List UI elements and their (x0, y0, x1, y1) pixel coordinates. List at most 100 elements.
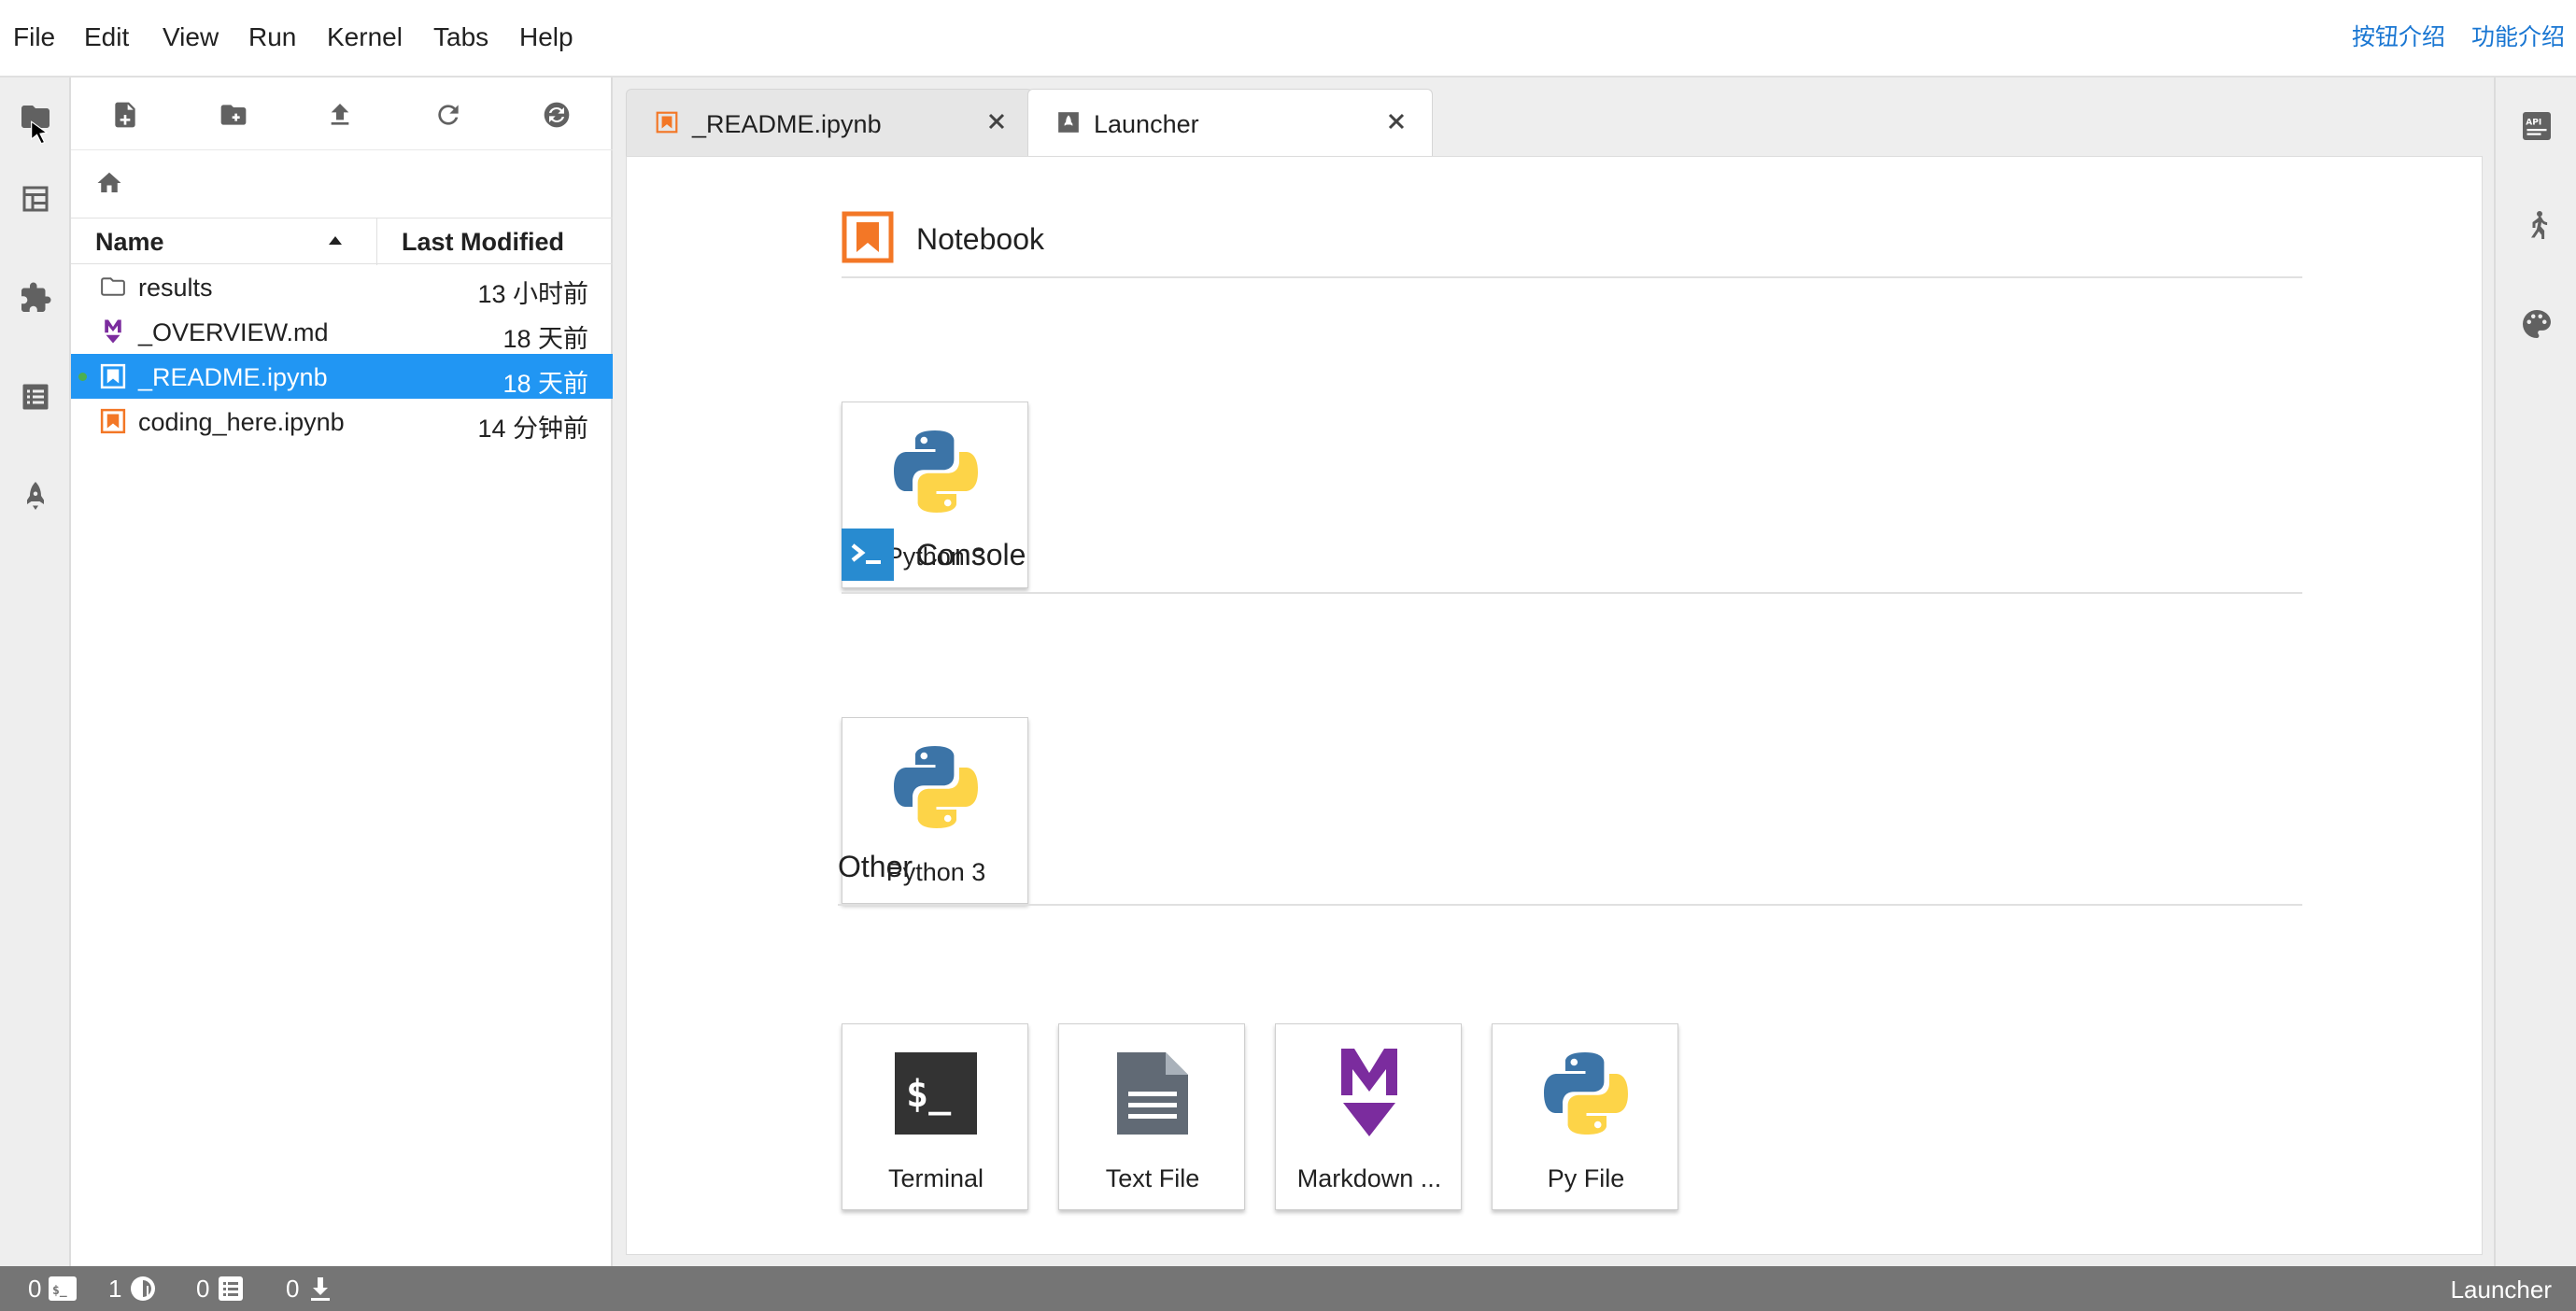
column-last-modified[interactable]: Last Modified (402, 228, 564, 257)
runner-icon[interactable] (2516, 204, 2557, 246)
markdown-icon (105, 319, 121, 344)
home-icon[interactable] (95, 169, 125, 199)
menu-tabs[interactable]: Tabs (433, 22, 488, 52)
launcher-card-py-file[interactable]: Py File (1492, 1023, 1678, 1210)
close-icon[interactable] (1381, 106, 1411, 136)
file-modified: 18 天前 (502, 370, 588, 398)
file-row-results[interactable]: results 13 小时前 (71, 264, 613, 309)
download-count[interactable]: 0 (286, 1274, 334, 1304)
section-title-other: Other (838, 850, 913, 883)
file-name: _README.ipynb (138, 363, 328, 391)
section-divider (842, 276, 2302, 278)
file-browser-panel: Name Last Modified results 13 小时前 _OVERV… (71, 78, 613, 1266)
text-file-icon (1117, 1052, 1188, 1135)
terminal-count-value: 0 (28, 1274, 42, 1303)
python-icon (1544, 1052, 1628, 1135)
file-modified: 18 天前 (502, 325, 588, 353)
file-name: coding_here.ipynb (138, 408, 345, 436)
menu-help[interactable]: Help (519, 22, 573, 52)
notebook-icon (100, 408, 126, 434)
notebook-icon (656, 111, 678, 134)
column-divider[interactable] (376, 218, 377, 265)
download-icon (311, 1277, 331, 1301)
section-title-notebook: Notebook (916, 222, 1044, 256)
download-count-value: 0 (286, 1274, 300, 1303)
tab-label: _README.ipynb (692, 110, 882, 138)
launcher-panel: Notebook Python 3 Console Python 3 Other… (626, 156, 2483, 1255)
notebook-icon (100, 363, 126, 389)
new-launcher-icon[interactable] (106, 96, 144, 134)
file-row-readme-ipynb[interactable]: _README.ipynb 18 天前 (71, 354, 613, 399)
file-modified: 13 小时前 (477, 280, 588, 308)
console-count[interactable]: 0 (196, 1274, 245, 1304)
menu-edit[interactable]: Edit (84, 22, 129, 52)
card-label: Text File (1105, 1164, 1200, 1192)
feature-intro-link[interactable]: 功能介绍 (2460, 11, 2576, 63)
mouse-cursor-icon (26, 119, 54, 147)
section-title-console: Console (916, 538, 1026, 571)
jupyterlab-app: File Edit View Run Kernel Tabs Help 按钮介绍… (0, 0, 2576, 1311)
sync-icon[interactable] (538, 96, 575, 134)
kernel-count[interactable]: 1 (108, 1274, 157, 1304)
svg-text:$_: $_ (52, 1284, 67, 1298)
palette-icon[interactable] (2516, 303, 2557, 345)
card-label: Markdown ... (1296, 1164, 1442, 1192)
kernel-status-icon (131, 1276, 156, 1301)
menu-kernel[interactable]: Kernel (327, 22, 403, 52)
upload-icon[interactable] (321, 96, 359, 134)
extension-icon[interactable] (13, 275, 58, 320)
launcher-card-text-file[interactable]: Text File (1058, 1023, 1245, 1210)
launcher-card-markdown-file[interactable]: Markdown ... (1275, 1023, 1462, 1210)
launcher-icon (1058, 112, 1079, 133)
running-sessions-icon[interactable] (13, 176, 58, 221)
notebook-section-icon (842, 211, 894, 263)
running-indicator (78, 373, 87, 381)
tab-readme-ipynb[interactable]: _README.ipynb (626, 89, 1033, 156)
breadcrumb (71, 150, 613, 218)
file-row-coding-here-ipynb[interactable]: coding_here.ipynb 14 分钟前 (71, 399, 613, 444)
kernel-count-value: 1 (108, 1274, 122, 1303)
terminal-count[interactable]: 0 $_ (28, 1274, 78, 1304)
left-sidebar (0, 78, 71, 1266)
svg-text:API: API (2526, 119, 2541, 128)
file-modified: 14 分钟前 (477, 415, 588, 443)
column-name[interactable]: Name (95, 228, 164, 257)
new-folder-icon[interactable] (215, 96, 252, 134)
menu-run[interactable]: Run (248, 22, 296, 52)
sort-ascending-icon[interactable] (329, 236, 342, 245)
table-of-contents-icon[interactable] (13, 374, 58, 419)
file-list-header: Name Last Modified (71, 218, 613, 265)
terminal-status-icon: $_ (49, 1276, 78, 1301)
file-browser-toolbar (71, 78, 613, 150)
close-icon[interactable] (982, 106, 1012, 136)
markdown-icon (1341, 1049, 1397, 1136)
api-icon[interactable]: API (2516, 106, 2557, 147)
file-name: results (138, 274, 213, 302)
launcher-card-terminal[interactable]: $_ Terminal (842, 1023, 1028, 1210)
section-divider (842, 592, 2302, 594)
card-label: Terminal (887, 1164, 984, 1192)
main-dock-area: _README.ipynb Launcher Notebook Python 3… (613, 78, 2494, 1266)
rocket-icon[interactable] (13, 473, 58, 518)
menu-bar: File Edit View Run Kernel Tabs Help 按钮介绍… (0, 0, 2576, 78)
right-sidebar: API (2494, 78, 2576, 1266)
tab-launcher[interactable]: Launcher (1027, 89, 1433, 156)
console-list-status-icon (219, 1276, 244, 1301)
section-divider (838, 904, 2302, 906)
status-bar: 0 $_ 1 0 0 Launcher (0, 1266, 2576, 1311)
svg-text:$_: $_ (906, 1073, 952, 1116)
file-row-overview-md[interactable]: _OVERVIEW.md 18 天前 (71, 309, 613, 354)
button-intro-link[interactable]: 按钮介绍 (2341, 11, 2457, 63)
menu-view[interactable]: View (163, 22, 219, 52)
python-icon (894, 746, 978, 828)
console-section-icon (842, 529, 894, 581)
file-name: _OVERVIEW.md (138, 318, 329, 346)
refresh-icon[interactable] (430, 96, 467, 134)
python-icon (894, 430, 978, 513)
terminal-icon: $_ (895, 1052, 977, 1135)
console-count-value: 0 (196, 1274, 210, 1303)
status-mode: Launcher (2450, 1276, 2552, 1304)
card-label: Py File (1547, 1164, 1625, 1192)
folder-icon (101, 277, 125, 296)
menu-file[interactable]: File (13, 22, 55, 52)
